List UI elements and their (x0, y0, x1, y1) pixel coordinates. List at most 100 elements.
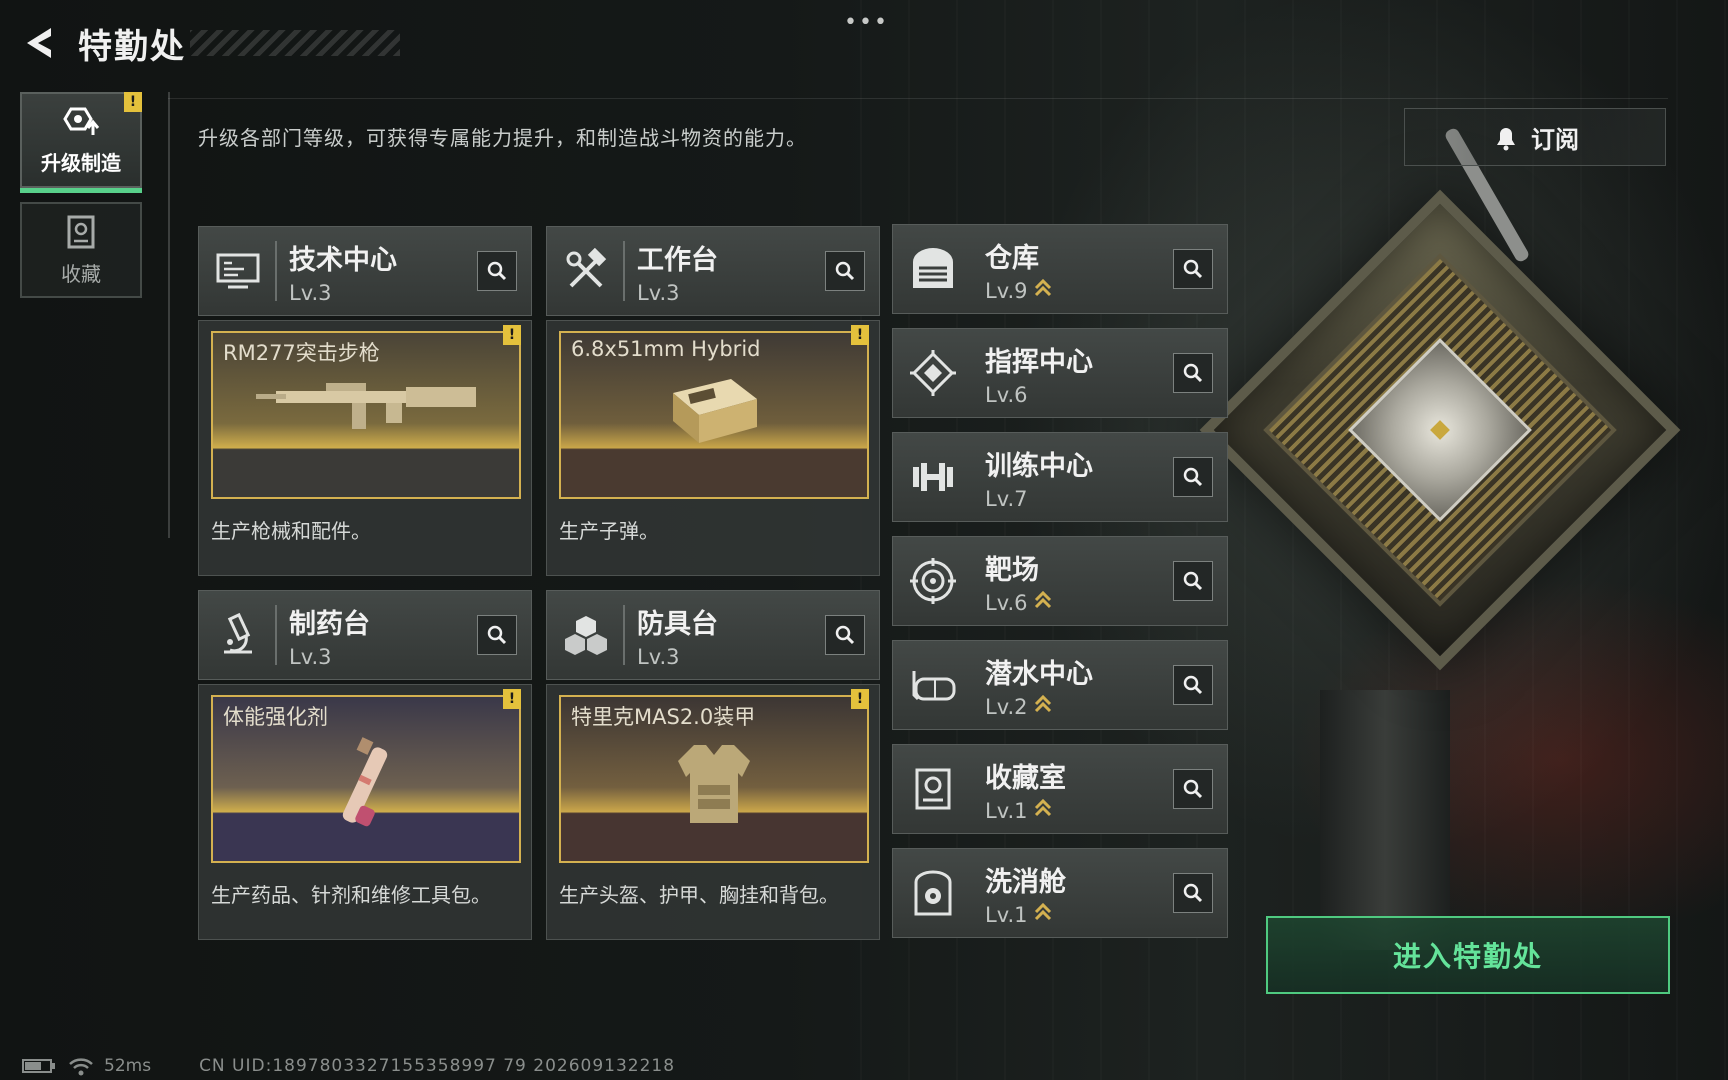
search-icon (1183, 779, 1203, 799)
facility-level: Lv.1 (985, 798, 1028, 823)
product-card[interactable]: RM277突击步枪 (211, 331, 521, 499)
facility-command-center[interactable]: 指挥中心 Lv.6 (892, 328, 1228, 418)
status-bar: 52ms CN UID:1897803327155358997 79 20260… (22, 1056, 675, 1076)
section-description: 升级各部门等级，可获得专属能力提升，和制造战斗物资的能力。 (198, 126, 807, 150)
armor-vest-icon (561, 737, 867, 861)
facility-level: Lv.6 (985, 382, 1028, 407)
microscope-icon (203, 600, 273, 670)
upgrade-chevron-icon (1034, 278, 1051, 296)
divider-vertical (168, 92, 170, 538)
bell-icon (1497, 128, 1515, 151)
tools-icon (551, 236, 621, 306)
dept-body: 特里克MAS2.0装甲 ! 生产头盔、护甲、胸挂和背包。 (546, 684, 880, 940)
facility-name: 收藏室 (985, 762, 1066, 794)
subscribe-button[interactable]: 订阅 (1404, 108, 1666, 166)
product-name: 6.8x51mm Hybrid (571, 337, 761, 361)
search-icon (835, 261, 855, 281)
dept-name: 防具台 (637, 608, 718, 640)
back-button[interactable] (18, 21, 62, 65)
facility-shooting-range[interactable]: 靶场 Lv.6 (892, 536, 1228, 626)
menu-dots-button[interactable]: ••• (844, 10, 889, 35)
dept-workbench: 工作台 Lv.3 6.8x51mm Hybrid ! 生产子弹。 (546, 226, 880, 576)
enter-special-ops-button[interactable]: 进入特勤处 (1266, 916, 1670, 994)
dept-name: 工作台 (637, 244, 718, 276)
facility-level: Lv.7 (985, 486, 1028, 511)
alert-badge: ! (851, 325, 869, 345)
tab-collection[interactable]: 收藏 (20, 202, 142, 298)
battery-icon (22, 1059, 55, 1073)
facility-name: 靶场 (985, 554, 1039, 586)
search-button[interactable] (1173, 353, 1213, 393)
dept-level: Lv.3 (637, 644, 680, 669)
alert-badge: ! (503, 325, 521, 345)
collection-icon (901, 757, 965, 821)
background-pillar (1320, 690, 1450, 950)
tab-upgrade-craft[interactable]: ! 升级制造 (20, 92, 142, 193)
dept-header[interactable]: 工作台 Lv.3 (546, 226, 880, 316)
dept-header[interactable]: 防具台 Lv.3 (546, 590, 880, 680)
upgrade-gear-icon (63, 107, 100, 135)
upgrade-chevron-icon (1034, 590, 1051, 608)
top-bar: 特勤处 (18, 20, 400, 67)
facility-name: 仓库 (985, 242, 1039, 274)
facility-level: Lv.2 (985, 694, 1028, 719)
page-title: 特勤处 (78, 26, 186, 67)
alert-badge: ! (124, 92, 142, 112)
dept-level: Lv.3 (289, 644, 332, 669)
search-button[interactable] (1173, 769, 1213, 809)
product-card[interactable]: 6.8x51mm Hybrid (559, 331, 869, 499)
search-button[interactable] (1173, 457, 1213, 497)
dept-tech-center: 技术中心 Lv.3 RM277突击步枪 ! 生产枪械和配件。 (198, 226, 532, 576)
rifle-icon (213, 373, 519, 497)
facility-collection-room[interactable]: 收藏室 Lv.1 (892, 744, 1228, 834)
divider-horizontal (168, 98, 1668, 99)
dept-armory: 防具台 Lv.3 特里克MAS2.0装甲 ! 生产头盔、护甲、胸挂和背包。 (546, 590, 880, 940)
user-uid: CN UID:1897803327155358997 79 2026091322… (199, 1056, 676, 1076)
search-icon (1183, 259, 1203, 279)
warehouse-icon (901, 237, 965, 301)
search-button[interactable] (1173, 561, 1213, 601)
search-button[interactable] (1173, 249, 1213, 289)
dept-body: RM277突击步枪 ! 生产枪械和配件。 (198, 320, 532, 576)
facility-name: 洗消舱 (985, 866, 1066, 898)
search-button[interactable] (1173, 665, 1213, 705)
facility-decontamination[interactable]: 洗消舱 Lv.1 (892, 848, 1228, 938)
dept-pharmacy: 制药台 Lv.3 体能强化剂 ! 生产药品、针剂和维修工具包。 (198, 590, 532, 940)
wifi-icon (69, 1058, 93, 1076)
search-button[interactable] (477, 615, 517, 655)
facility-warehouse[interactable]: 仓库 Lv.9 (892, 224, 1228, 314)
ping-value: 52ms (104, 1056, 152, 1076)
dumbbell-icon (901, 445, 965, 509)
product-card[interactable]: 特里克MAS2.0装甲 (559, 695, 869, 863)
dept-header[interactable]: 技术中心 Lv.3 (198, 226, 532, 316)
alert-badge: ! (851, 689, 869, 709)
search-icon (1183, 571, 1203, 591)
search-button[interactable] (477, 251, 517, 291)
upgrade-chevron-icon (1034, 694, 1051, 712)
search-button[interactable] (825, 615, 865, 655)
product-description: 生产子弹。 (559, 519, 659, 543)
search-icon (1183, 883, 1203, 903)
tab-label: 收藏 (61, 261, 101, 286)
search-icon (487, 625, 507, 645)
facility-level: Lv.9 (985, 278, 1028, 303)
product-description: 生产枪械和配件。 (211, 519, 371, 543)
product-description: 生产头盔、护甲、胸挂和背包。 (559, 883, 839, 907)
product-card[interactable]: 体能强化剂 (211, 695, 521, 863)
headquarters-cube-art (1180, 170, 1700, 690)
dept-level: Lv.3 (637, 280, 680, 305)
search-button[interactable] (1173, 873, 1213, 913)
search-button[interactable] (825, 251, 865, 291)
product-name: 特里克MAS2.0装甲 (571, 705, 756, 729)
enter-label: 进入特勤处 (1392, 940, 1543, 973)
ammo-box-icon (561, 373, 867, 497)
facility-training-center[interactable]: 训练中心 Lv.7 (892, 432, 1228, 522)
facility-diving-center[interactable]: 潜水中心 Lv.2 (892, 640, 1228, 730)
decontamination-icon (901, 861, 965, 925)
search-icon (1183, 467, 1203, 487)
search-icon (1183, 363, 1203, 383)
dept-header[interactable]: 制药台 Lv.3 (198, 590, 532, 680)
upgrade-chevron-icon (1034, 798, 1051, 816)
dept-name: 技术中心 (289, 244, 397, 276)
tab-label: 升级制造 (41, 150, 121, 175)
